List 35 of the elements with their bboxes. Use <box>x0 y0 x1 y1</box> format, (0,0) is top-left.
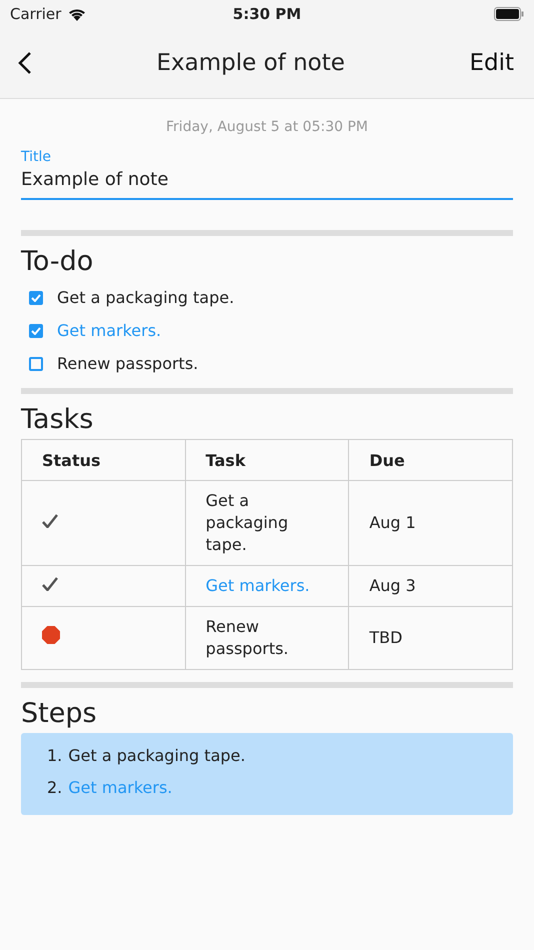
section-heading: Steps <box>21 698 97 729</box>
item-text: Get a packaging tape. <box>68 746 246 764</box>
edit-button[interactable]: Edit <box>469 50 514 76</box>
table-cell: TBD <box>348 606 512 670</box>
table-cell: Aug 1 <box>348 480 512 566</box>
item-text: Renew passports. <box>57 354 198 373</box>
note-date: Friday, August 5 at 05:30 PM <box>165 119 369 135</box>
checkbox[interactable] <box>29 290 43 304</box>
wifi-icon <box>67 7 88 21</box>
checkmark-icon <box>42 514 58 528</box>
battery-icon <box>494 7 524 21</box>
item-text: Get a packaging tape. <box>57 288 234 307</box>
link[interactable]: Get markers. <box>57 321 162 340</box>
title-field[interactable]: Example of note <box>21 169 513 190</box>
step-number: 2. <box>47 778 62 796</box>
section-heading: Tasks <box>21 404 94 435</box>
checkbox[interactable] <box>29 356 43 370</box>
stop-sign-icon <box>42 626 60 644</box>
table-cell: Renew passports. <box>206 617 289 658</box>
checkmark-icon <box>42 577 58 591</box>
column-header: Due <box>348 440 512 480</box>
field-label: Title <box>21 149 52 165</box>
clock-time: 5:30 PM <box>232 5 302 23</box>
checkbox[interactable] <box>29 324 43 338</box>
link[interactable]: Get markers. <box>68 778 172 796</box>
section-heading: To-do <box>21 246 94 277</box>
step-number: 1. <box>47 746 62 764</box>
carrier-name: Carrier <box>10 5 62 23</box>
column-header: Status <box>22 440 186 480</box>
table-cell: Aug 3 <box>348 566 512 606</box>
screen-title: Example of note <box>156 50 345 76</box>
back-button[interactable] <box>18 51 32 75</box>
column-header: Task <box>185 440 349 480</box>
back-icon <box>18 51 32 75</box>
table-cell: Get a packaging tape. <box>206 491 288 554</box>
